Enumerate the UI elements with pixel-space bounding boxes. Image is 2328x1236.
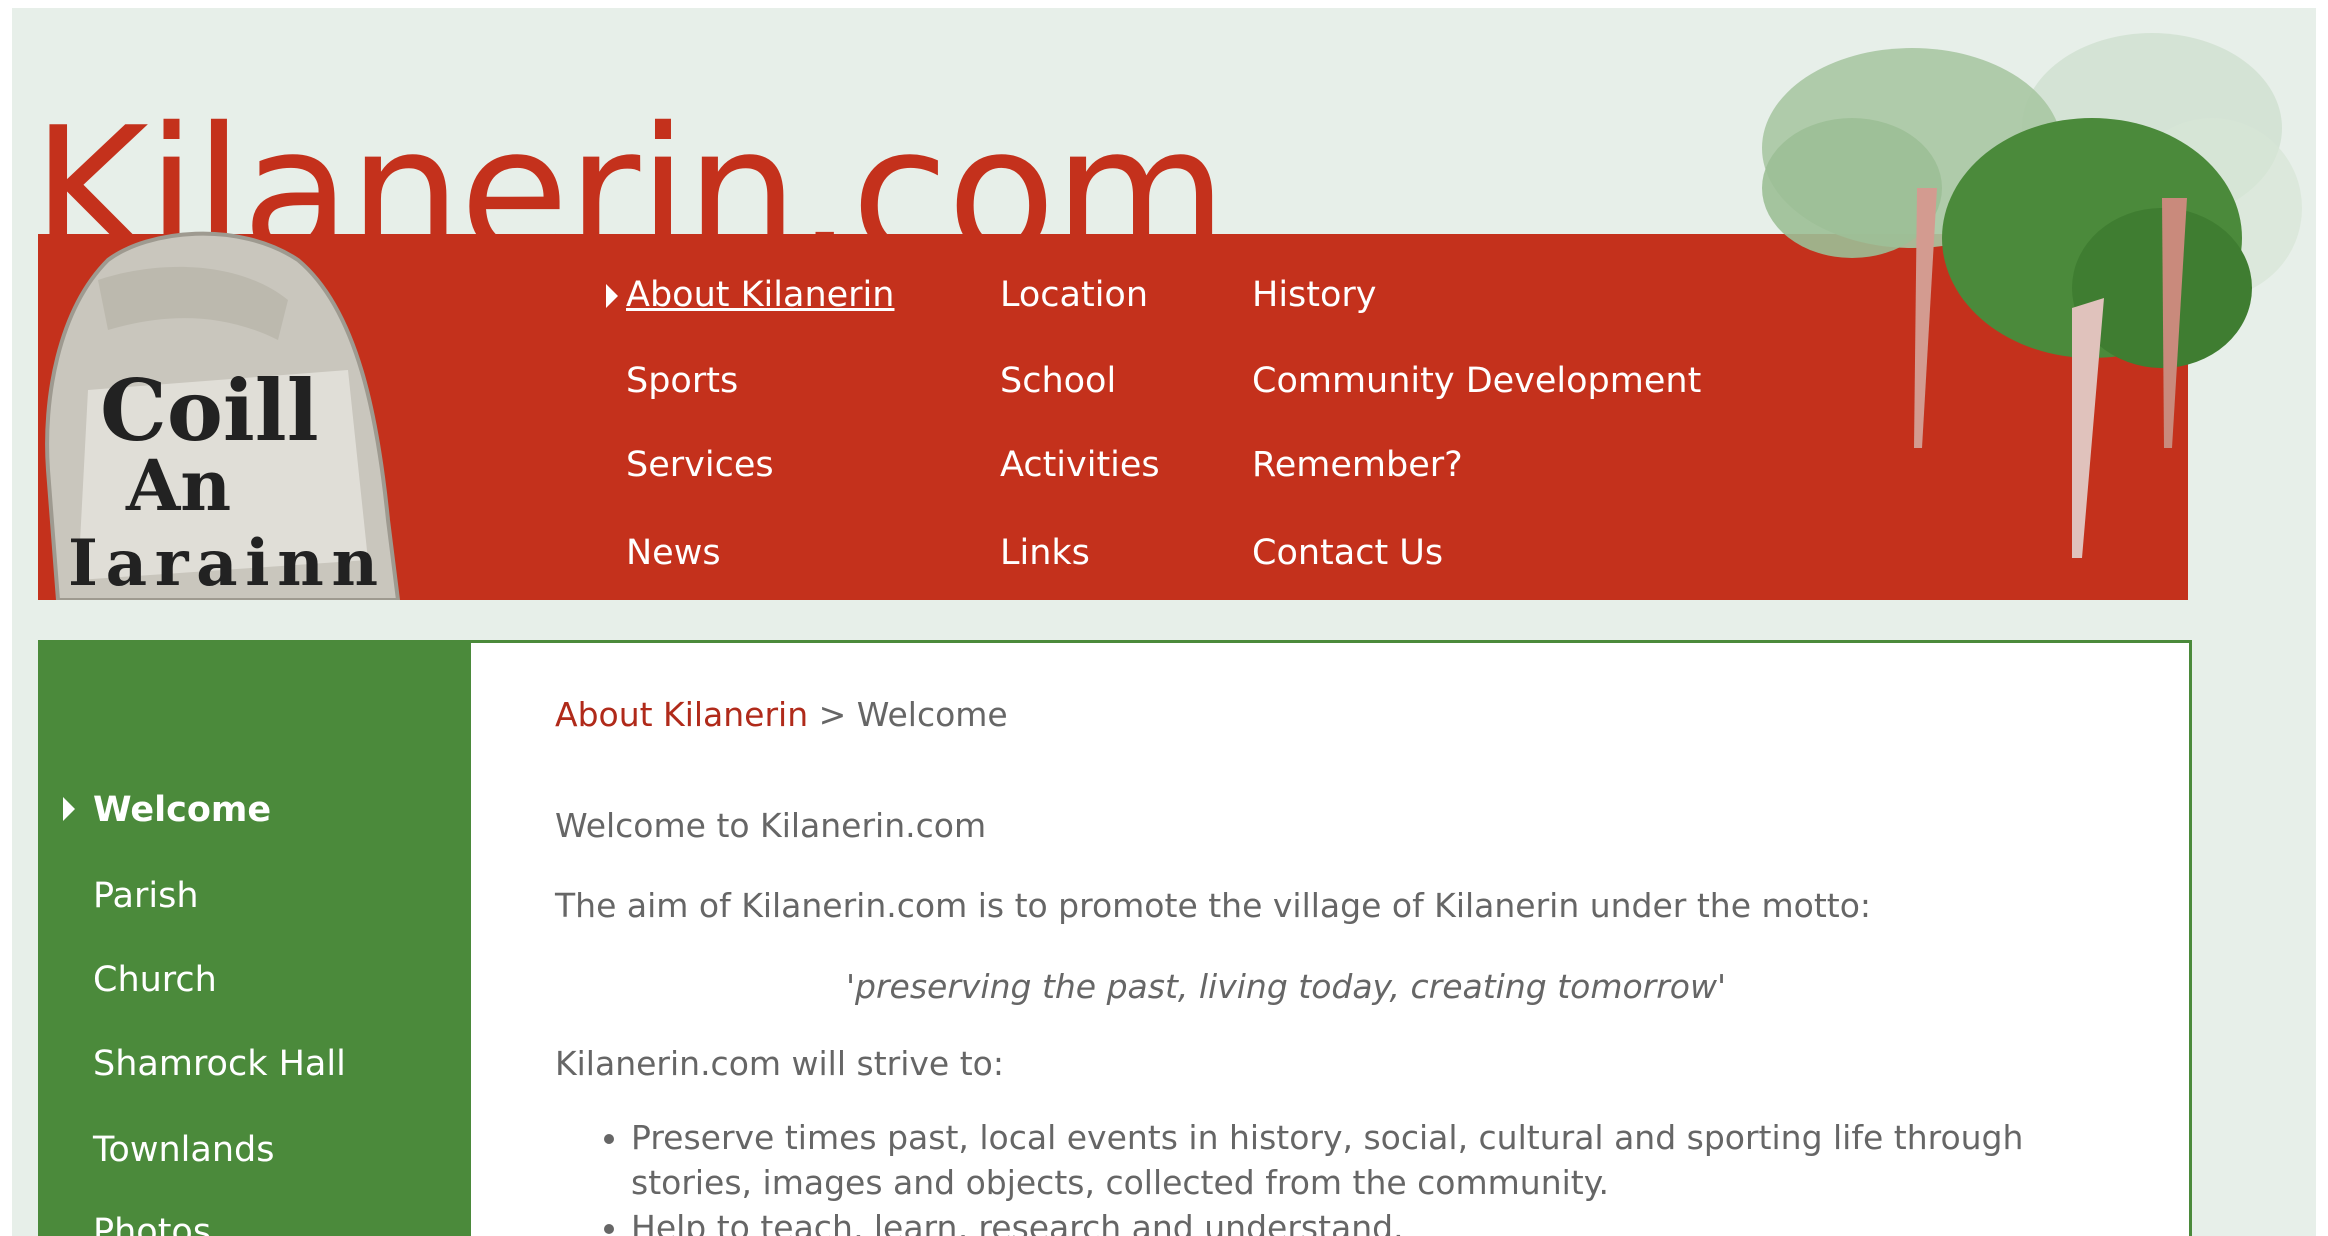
sidebar-item-photos[interactable]: Photos: [93, 1215, 211, 1236]
breadcrumb-link-about[interactable]: About Kilanerin: [555, 695, 808, 734]
sidebar-item-welcome[interactable]: Welcome: [93, 793, 271, 828]
motto-text: 'preserving the past, living today, crea…: [845, 967, 1727, 1006]
stone-text-line-3: Iarainn: [68, 526, 378, 600]
nav-location[interactable]: Location: [1000, 278, 1148, 313]
intro-text: The aim of Kilanerin.com is to promote t…: [555, 886, 1872, 925]
nav-remember[interactable]: Remember?: [1252, 448, 1463, 483]
active-arrow-icon: [606, 284, 618, 308]
list-item: Preserve times past, local events in his…: [631, 1115, 2031, 1205]
sidebar-item-parish[interactable]: Parish: [93, 879, 199, 914]
breadcrumb-current: Welcome: [856, 695, 1008, 734]
stone-text-line-2: An: [125, 444, 231, 527]
svg-text:An: An: [125, 444, 231, 527]
nav-school[interactable]: School: [1000, 364, 1116, 399]
nav-about-kilanerin[interactable]: About Kilanerin: [626, 278, 894, 313]
strive-text: Kilanerin.com will strive to:: [555, 1044, 1004, 1083]
goals-list: Preserve times past, local events in his…: [555, 1115, 2031, 1236]
page: Kilanerin.com Coill An Iarainn About Kil…: [12, 8, 2316, 1236]
sidebar-item-church[interactable]: Church: [93, 963, 217, 998]
content-box: Welcome Parish Church Shamrock Hall Town…: [38, 640, 2192, 1236]
nav-sports[interactable]: Sports: [626, 364, 738, 399]
welcome-heading: Welcome to Kilanerin.com: [555, 806, 987, 845]
list-item: Help to teach, learn, research and under…: [631, 1205, 2031, 1236]
trees-decoration-icon: [1762, 33, 2302, 558]
nav-contact-us[interactable]: Contact Us: [1252, 536, 1443, 571]
breadcrumb-separator: >: [818, 695, 847, 734]
stone-sign-logo: Coill An Iarainn: [45, 231, 401, 600]
nav-services[interactable]: Services: [626, 448, 774, 483]
nav-activities[interactable]: Activities: [1000, 448, 1160, 483]
nav-news[interactable]: News: [626, 536, 721, 571]
active-arrow-icon: [63, 797, 75, 821]
breadcrumb: About Kilanerin > Welcome: [555, 695, 1008, 734]
nav-history[interactable]: History: [1252, 278, 1377, 313]
sidebar: Welcome Parish Church Shamrock Hall Town…: [41, 643, 471, 1236]
svg-text:Iarainn: Iarainn: [68, 526, 378, 600]
nav-community-development[interactable]: Community Development: [1252, 364, 1701, 399]
main-content: About Kilanerin > Welcome Welcome to Kil…: [471, 643, 2189, 1236]
sidebar-item-shamrock-hall[interactable]: Shamrock Hall: [93, 1047, 346, 1082]
sidebar-item-townlands[interactable]: Townlands: [93, 1133, 274, 1168]
nav-links[interactable]: Links: [1000, 536, 1090, 571]
